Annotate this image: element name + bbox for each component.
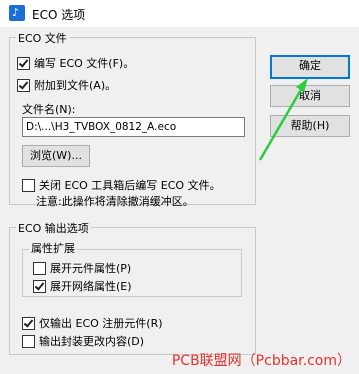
annotation-arrow-icon — [258, 78, 308, 161]
